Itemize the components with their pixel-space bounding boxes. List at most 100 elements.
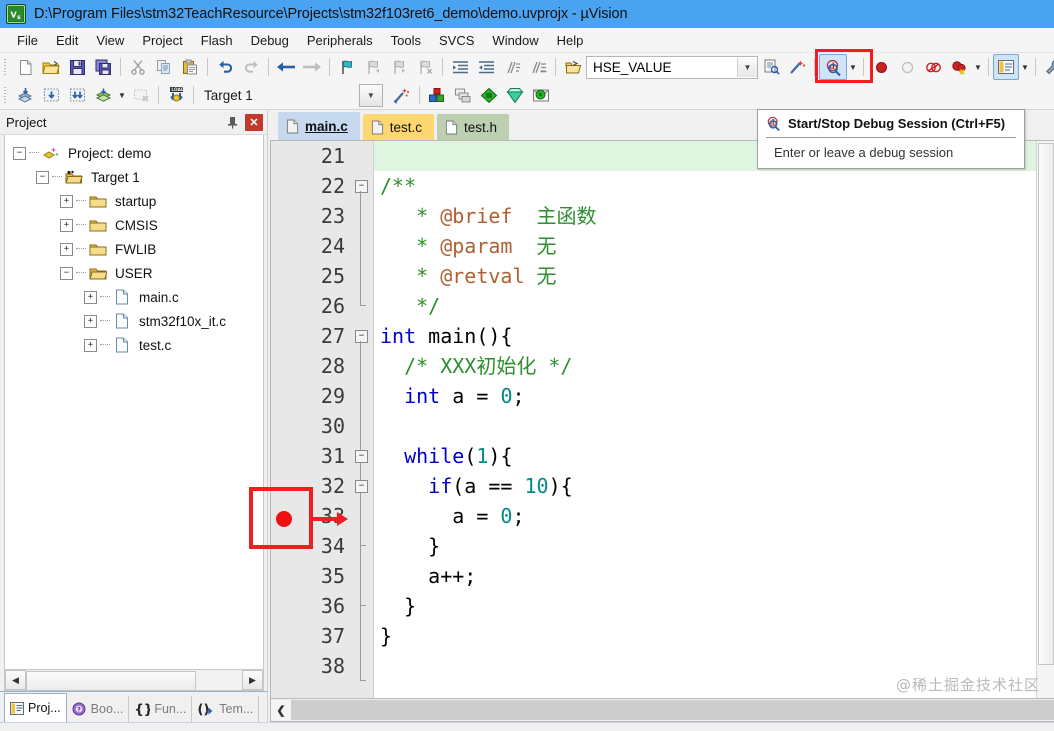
disable-all-breakpoints-button[interactable] — [920, 54, 946, 80]
outdent-button[interactable] — [473, 54, 499, 80]
menu-window[interactable]: Window — [483, 30, 547, 51]
tree-item-cmsis[interactable]: + CMSIS — [5, 213, 263, 237]
toolbar-grip[interactable] — [2, 57, 9, 77]
tree-expander[interactable]: + — [84, 290, 97, 304]
menu-file[interactable]: File — [8, 30, 47, 51]
code-folding-column[interactable]: − − − − — [351, 141, 374, 698]
copy-button[interactable] — [151, 54, 177, 80]
download-to-flash-button[interactable]: LOAD — [163, 82, 189, 108]
scroll-track[interactable] — [26, 671, 242, 691]
tree-expander[interactable]: + — [84, 314, 97, 328]
editor-vertical-scrollbar[interactable] — [1036, 141, 1054, 698]
code-line[interactable]: if(a == 10){ — [374, 471, 1036, 501]
indent-button[interactable] — [447, 54, 473, 80]
scroll-left-arrow-icon[interactable]: ❮ — [271, 700, 291, 720]
target-options-button[interactable] — [389, 82, 415, 108]
insert-remove-breakpoint-button[interactable] — [868, 54, 894, 80]
binoculars-find-icon[interactable] — [560, 54, 586, 80]
bookmark-toggle-button[interactable] — [334, 54, 360, 80]
tree-item-test-c[interactable]: + test.c — [5, 333, 263, 357]
breakpoints-dropdown-chevron-down-icon[interactable]: ▼ — [972, 55, 984, 79]
code-line[interactable] — [374, 411, 1036, 441]
editor-tab-main-c[interactable]: main.c — [278, 112, 360, 140]
tree-expander[interactable]: − — [13, 146, 26, 160]
scroll-thumb[interactable] — [26, 671, 197, 691]
configuration-wizard-button[interactable] — [1040, 54, 1054, 80]
menu-edit[interactable]: Edit — [47, 30, 87, 51]
magic-wand-tool-icon[interactable] — [784, 54, 810, 80]
undo-button[interactable] — [212, 54, 238, 80]
tab-books[interactable]: ? Boo... — [67, 696, 130, 722]
start-stop-debug-session-button[interactable]: d — [819, 54, 847, 80]
target-combo-chevron-down-icon[interactable]: ▼ — [358, 83, 383, 107]
code-line[interactable]: int a = 0; — [374, 381, 1036, 411]
find-in-files-button[interactable] — [758, 54, 784, 80]
tree-expander[interactable]: + — [60, 242, 73, 256]
tree-expander[interactable]: + — [60, 194, 73, 208]
editor-tab-test-h[interactable]: test.h — [437, 114, 510, 140]
menu-view[interactable]: View — [87, 30, 133, 51]
bookmark-next-button[interactable] — [386, 54, 412, 80]
scroll-right-arrow-icon[interactable]: ▶ — [242, 670, 263, 690]
tab-project[interactable]: Proj... — [4, 693, 67, 723]
menu-project[interactable]: Project — [133, 30, 191, 51]
code-line[interactable]: * @param 无 — [374, 231, 1036, 261]
code-line[interactable]: a++; — [374, 561, 1036, 591]
menu-peripherals[interactable]: Peripherals — [298, 30, 382, 51]
code-line[interactable]: /* XXX初始化 */ — [374, 351, 1036, 381]
build-target-button[interactable] — [38, 82, 64, 108]
fold-toggle-icon[interactable]: − — [355, 330, 368, 343]
pin-icon[interactable] — [223, 113, 241, 131]
rebuild-all-button[interactable] — [64, 82, 90, 108]
code-line[interactable]: */ — [374, 291, 1036, 321]
enable-disable-breakpoint-button[interactable] — [894, 54, 920, 80]
fold-toggle-icon[interactable]: − — [355, 480, 368, 493]
tree-item-target[interactable]: − Target 1 — [5, 165, 263, 189]
toolbar-grip[interactable] — [2, 85, 9, 105]
save-button[interactable] — [64, 54, 90, 80]
tree-expander[interactable]: + — [84, 338, 97, 352]
code-line[interactable]: int main(){ — [374, 321, 1036, 351]
tree-item-main-c[interactable]: + main.c — [5, 285, 263, 309]
comment-button[interactable] — [499, 54, 525, 80]
editor-horizontal-scrollbar[interactable]: ❮ — [270, 699, 1054, 722]
tree-item-user[interactable]: − USER — [5, 261, 263, 285]
tab-templates[interactable]: () Tem... — [192, 696, 260, 722]
scroll-left-arrow-icon[interactable]: ◀ — [5, 670, 26, 690]
code-text-area[interactable]: /** * @brief 主函数 * @param 无 * @retval 无 … — [374, 141, 1036, 698]
bookmark-prev-button[interactable] — [360, 54, 386, 80]
code-line[interactable]: * @brief 主函数 — [374, 201, 1036, 231]
find-combo[interactable]: HSE_VALUE ▼ — [586, 55, 758, 79]
menu-debug[interactable]: Debug — [242, 30, 298, 51]
project-tree[interactable]: − Project: demo − Target 1 + startup + C… — [4, 135, 264, 670]
menu-tools[interactable]: Tools — [382, 30, 430, 51]
code-line[interactable]: a = 0; — [374, 501, 1036, 531]
code-editor[interactable]: 21 22 23 24 25 26 27 28 29 30 31 32 33 3… — [270, 140, 1054, 699]
translate-file-button[interactable] — [12, 82, 38, 108]
redo-button[interactable] — [238, 54, 264, 80]
tree-item-stm32f10x-it-c[interactable]: + stm32f10x_it.c — [5, 309, 263, 333]
navigate-forward-button[interactable] — [299, 54, 325, 80]
menu-flash[interactable]: Flash — [192, 30, 242, 51]
stop-build-button[interactable] — [128, 82, 154, 108]
close-x-icon[interactable]: ✕ — [245, 113, 263, 131]
code-line[interactable]: } — [374, 531, 1036, 561]
menu-help[interactable]: Help — [548, 30, 593, 51]
batch-build-dropdown-chevron-down-icon[interactable]: ▼ — [116, 83, 128, 107]
manage-run-time-env-button[interactable] — [502, 82, 528, 108]
code-line[interactable]: } — [374, 591, 1036, 621]
bookmark-clear-button[interactable] — [412, 54, 438, 80]
fold-toggle-icon[interactable]: − — [355, 450, 368, 463]
navigate-back-button[interactable] — [273, 54, 299, 80]
tree-item-project[interactable]: − Project: demo — [5, 141, 263, 165]
cut-button[interactable] — [125, 54, 151, 80]
project-tree-horizontal-scrollbar[interactable]: ◀ ▶ — [4, 670, 264, 691]
tree-expander[interactable]: − — [36, 170, 49, 184]
find-combo-chevron-down-icon[interactable]: ▼ — [737, 57, 757, 77]
manage-multi-project-button[interactable] — [450, 82, 476, 108]
tree-expander[interactable]: + — [60, 218, 73, 232]
save-all-button[interactable] — [90, 54, 116, 80]
tree-expander[interactable]: − — [60, 266, 73, 280]
manage-project-items-button[interactable] — [424, 82, 450, 108]
code-line[interactable]: } — [374, 621, 1036, 651]
